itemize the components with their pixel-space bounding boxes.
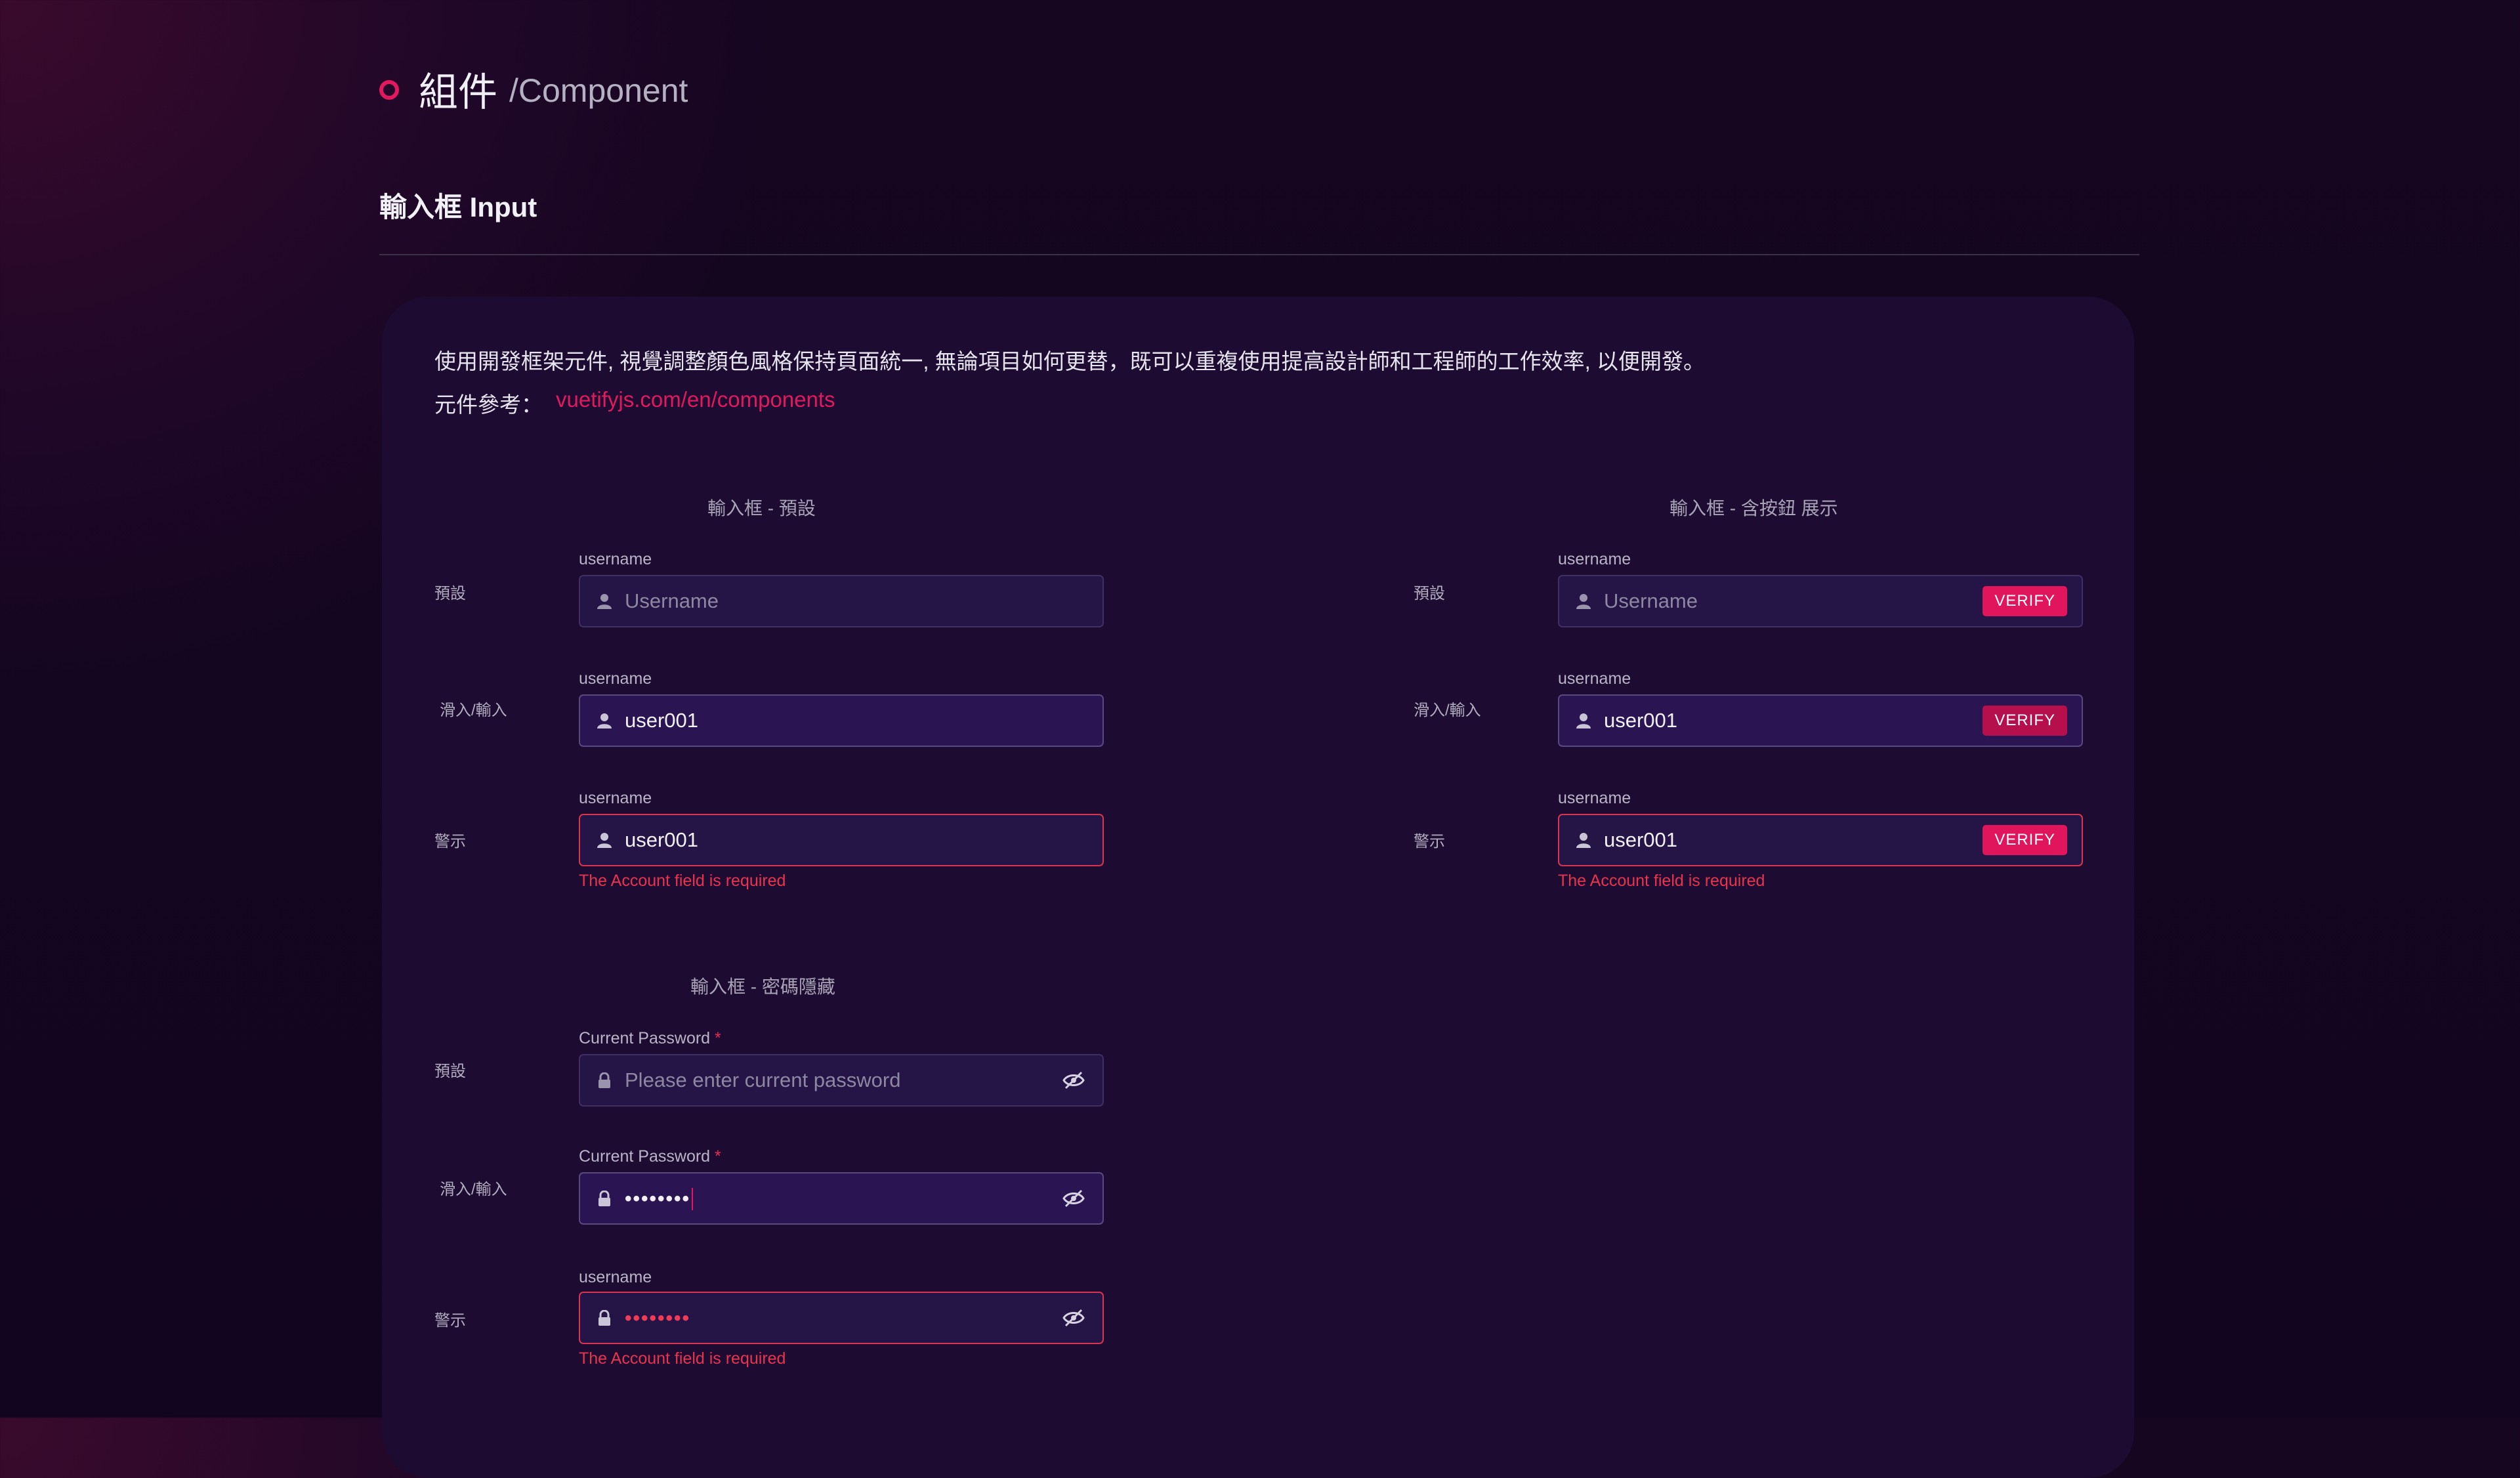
input-value: user001	[625, 709, 699, 732]
error-message: The Account field is required	[1558, 872, 1765, 890]
row-label-default: 預設	[434, 1063, 466, 1080]
field-label: username	[1558, 550, 1631, 568]
group-title-with-button: 輸入框 - 含按鈕 展示	[1670, 498, 1838, 518]
section-title: 輸入框 Input	[379, 192, 537, 222]
text-caret	[692, 1188, 694, 1211]
ring-icon	[379, 80, 399, 100]
username-verify-input-hover[interactable]: user001 VERIFY	[1558, 694, 2083, 747]
verify-button[interactable]: VERIFY	[1983, 706, 2067, 736]
input-value: user001	[1604, 709, 1678, 732]
card-description: 使用開發框架元件, 視覺調整顏色風格保持頁面統一, 無論項目如何更替，既可以重複…	[434, 349, 1706, 373]
row-label-hover: 滑入/輸入	[440, 1181, 507, 1198]
reference-link[interactable]: vuetifyjs.com/en/components	[556, 387, 835, 419]
user-icon	[1576, 713, 1591, 728]
error-message: The Account field is required	[579, 1349, 786, 1368]
password-input-hover[interactable]: ••••••••	[579, 1172, 1104, 1225]
row-label-hover: 滑入/輸入	[1414, 702, 1481, 719]
lock-icon	[598, 1310, 610, 1326]
username-input-default[interactable]: Username	[579, 575, 1104, 627]
user-icon	[597, 833, 612, 848]
required-mark: *	[715, 1147, 721, 1166]
reference-line: 元件參考： vuetifyjs.com/en/components	[434, 387, 835, 419]
user-icon	[597, 713, 612, 728]
input-placeholder: Username	[625, 589, 719, 612]
username-verify-input-default[interactable]: Username VERIFY	[1558, 575, 2083, 627]
field-label: username	[579, 789, 652, 807]
row-label-warning: 警示	[434, 1312, 466, 1330]
verify-button[interactable]: VERIFY	[1983, 825, 2067, 855]
field-label: username	[579, 669, 652, 688]
password-dots: ••••••••	[625, 1307, 691, 1329]
user-icon	[1576, 594, 1591, 609]
field-label: Current Password *	[579, 1147, 721, 1166]
username-verify-input-error[interactable]: user001 VERIFY	[1558, 814, 2083, 866]
lock-icon	[598, 1191, 610, 1206]
page-title: 組件	[419, 70, 497, 114]
input-value: user001	[625, 828, 699, 851]
field-label: username	[1558, 669, 1631, 688]
username-input-hover[interactable]: user001	[579, 694, 1104, 747]
row-label-default: 預設	[1414, 585, 1445, 602]
row-label-warning: 警示	[1414, 833, 1445, 851]
password-input-error[interactable]: ••••••••	[579, 1292, 1104, 1344]
user-icon	[597, 594, 612, 609]
group-title-default: 輸入框 - 預設	[707, 498, 816, 518]
input-placeholder: Please enter current password	[625, 1068, 901, 1091]
field-label: username	[579, 1268, 652, 1286]
required-mark: *	[715, 1029, 721, 1047]
user-icon	[1576, 833, 1591, 848]
field-label-text: Current Password	[579, 1147, 711, 1166]
row-label-default: 預設	[434, 585, 466, 602]
row-label-warning: 警示	[434, 833, 466, 851]
section-divider	[379, 254, 2139, 255]
row-label-hover: 滑入/輸入	[440, 702, 507, 719]
field-label: Current Password *	[579, 1029, 721, 1048]
input-placeholder: Username	[1604, 589, 1698, 612]
page-header: 組件 /Component	[379, 66, 688, 114]
field-label-text: Current Password	[579, 1029, 711, 1047]
group-title-password: 輸入框 - 密碼隱藏	[690, 977, 835, 997]
verify-button[interactable]: VERIFY	[1983, 586, 2067, 616]
input-value-wrap: ••••••••	[625, 1306, 1062, 1330]
field-label: username	[1558, 789, 1631, 807]
reference-label: 元件參考：	[434, 392, 543, 417]
input-value-wrap: ••••••••	[625, 1187, 1062, 1211]
eye-off-icon[interactable]	[1062, 1070, 1085, 1090]
lock-icon	[598, 1072, 610, 1088]
username-input-error[interactable]: user001	[579, 814, 1104, 866]
page-subtitle: /Component	[509, 72, 688, 109]
input-value: user001	[1604, 828, 1678, 851]
error-message: The Account field is required	[579, 872, 786, 890]
password-dots: ••••••••	[625, 1187, 691, 1210]
eye-off-icon[interactable]	[1062, 1308, 1085, 1328]
password-input-default[interactable]: Please enter current password	[579, 1054, 1104, 1107]
field-label: username	[579, 550, 652, 568]
eye-off-icon[interactable]	[1062, 1189, 1085, 1208]
